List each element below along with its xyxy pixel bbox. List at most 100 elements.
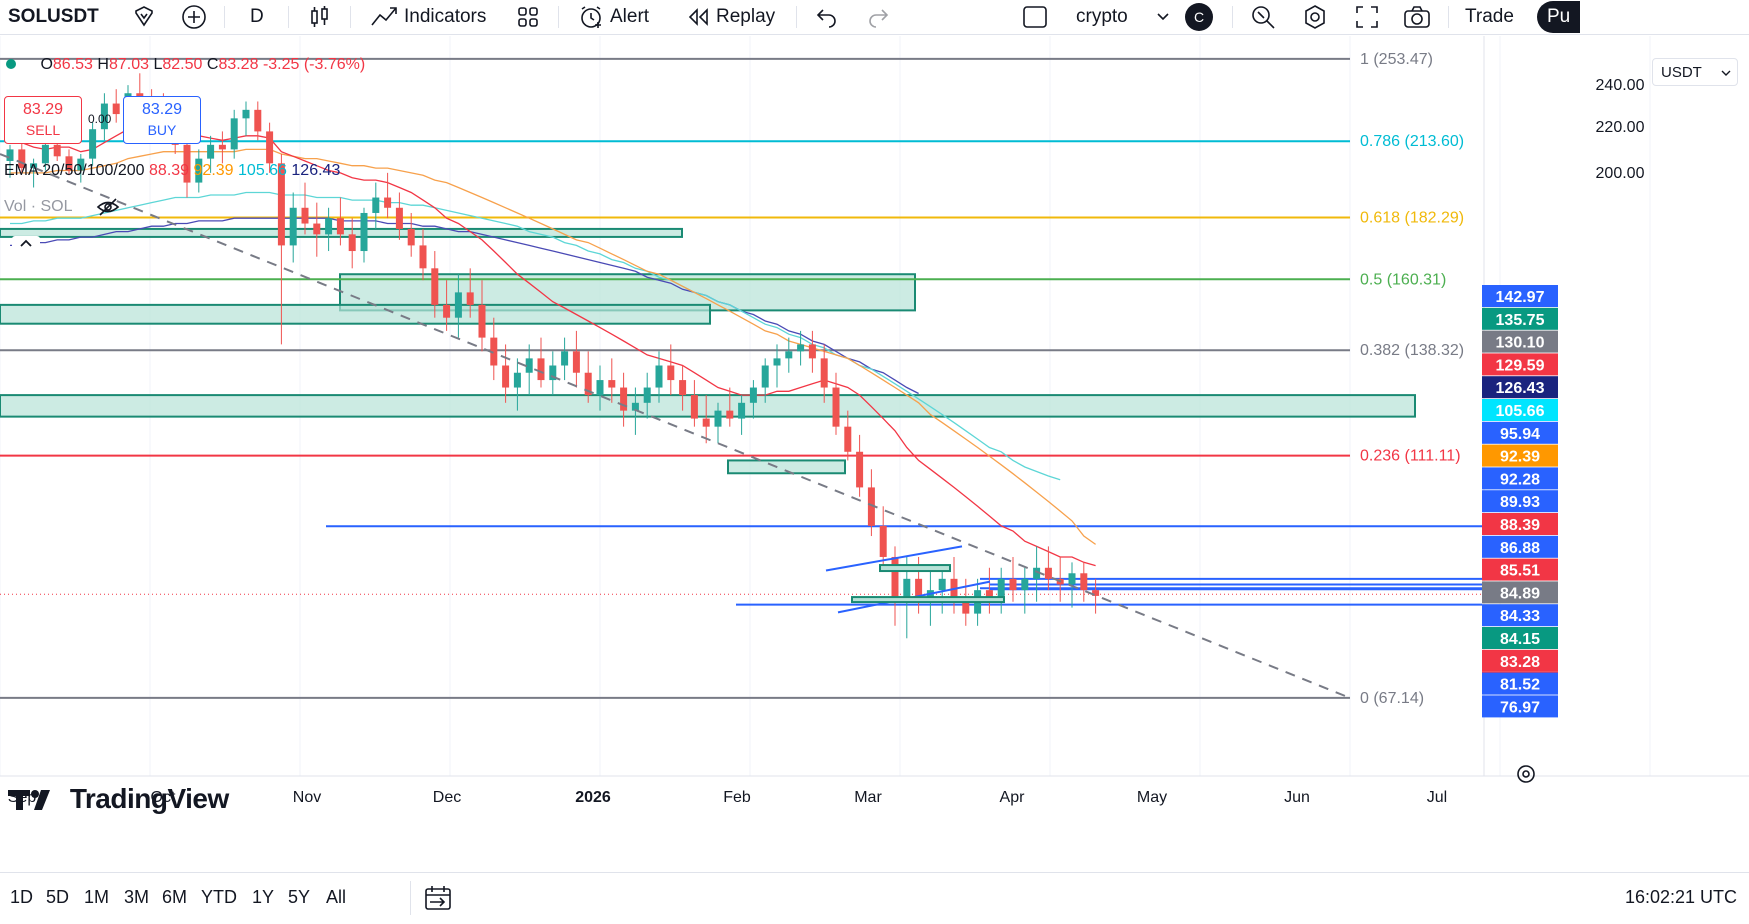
range-button-6m[interactable]: 6M: [162, 887, 187, 908]
status-dot: [6, 59, 16, 69]
add-symbol-icon[interactable]: [181, 0, 207, 34]
range-button-5y[interactable]: 5Y: [288, 887, 310, 908]
layout-name-button[interactable]: crypto: [1076, 0, 1128, 34]
collapse-legend-icon[interactable]: [12, 236, 40, 258]
divider: [1448, 6, 1449, 28]
divider: [224, 6, 225, 28]
candle-body: [879, 525, 887, 557]
candle-body: [832, 387, 840, 427]
price-label-value: 92.28: [1500, 471, 1540, 488]
symbol-label: SOLUSDT: [8, 6, 99, 27]
replay-button[interactable]: Replay: [686, 0, 775, 34]
candle-body: [1009, 578, 1017, 591]
quick-search-icon[interactable]: [1250, 0, 1276, 34]
candle-body: [289, 207, 297, 246]
zone-rectangle[interactable]: [0, 303, 711, 325]
price-axis[interactable]: 240.00 220.00 200.00 142.97 135.75 130.10 129.…: [1482, 36, 1645, 776]
avatar[interactable]: C: [1185, 0, 1213, 34]
alert-button[interactable]: Alert: [578, 0, 649, 34]
tradingview-logo[interactable]: TradingView: [8, 782, 229, 816]
buy-button[interactable]: 83.29 BUY: [123, 96, 201, 144]
fib-level-label: 0.786 (213.60): [1360, 133, 1464, 150]
divider: [796, 6, 797, 28]
zone-rectangle[interactable]: [879, 564, 951, 573]
candle-body: [1044, 567, 1052, 579]
range-button-3m[interactable]: 3M: [124, 887, 149, 908]
candles-icon[interactable]: [308, 0, 332, 34]
candle-body: [360, 212, 368, 252]
ema50-value: 92.39: [193, 162, 234, 179]
candle-body: [537, 358, 545, 381]
price-label-value: 95.94: [1500, 426, 1540, 443]
settings-gear-icon[interactable]: [1517, 765, 1535, 783]
fullscreen-icon[interactable]: [1354, 0, 1380, 34]
candle-body: [749, 387, 757, 403]
candle-body: [41, 144, 49, 164]
ema20-value: 88.39: [149, 162, 190, 179]
candle-body: [608, 380, 616, 388]
candle-body: [572, 351, 580, 373]
range-button-all[interactable]: All: [326, 887, 346, 908]
sell-button[interactable]: 83.29 SELL: [4, 96, 82, 144]
price-label-value: 84.33: [1500, 608, 1540, 625]
candle-body: [761, 365, 769, 388]
range-button-1y[interactable]: 1Y: [252, 887, 274, 908]
range-button-1m[interactable]: 1M: [84, 887, 109, 908]
chevron-down-icon[interactable]: [1156, 0, 1170, 34]
calendar-icon[interactable]: [424, 885, 452, 916]
price-label-value: 130.10: [1496, 335, 1545, 352]
candle-body: [714, 410, 722, 427]
fib-level-label: 1 (253.47): [1360, 51, 1433, 68]
gear-ring: [1517, 765, 1535, 783]
trade-button[interactable]: Trade: [1465, 0, 1514, 34]
candle-body: [230, 118, 238, 150]
currency-label: USDT: [1661, 64, 1702, 81]
time-tick-label: Nov: [293, 789, 321, 806]
eye-off-icon[interactable]: [96, 198, 120, 216]
candle-body: [808, 344, 816, 359]
publish-label: Pu: [1547, 6, 1571, 27]
time-tick-label: Dec: [433, 789, 461, 806]
candle-body: [395, 207, 403, 229]
symbol-search[interactable]: SOLUSDT: [8, 0, 99, 34]
sell-label: SELL: [25, 122, 61, 138]
undo-icon[interactable]: [815, 0, 839, 34]
redo-icon[interactable]: [866, 0, 890, 34]
layout-checkbox-icon[interactable]: [1022, 0, 1048, 34]
horizontal-lines[interactable]: [0, 525, 1482, 606]
avatar-letter: C: [1185, 3, 1213, 31]
publish-button[interactable]: Pu: [1537, 1, 1581, 33]
interval-button[interactable]: D: [250, 0, 264, 34]
compare-icon[interactable]: [132, 0, 156, 34]
candle-body: [431, 268, 439, 305]
alarm-clock-icon: [581, 6, 601, 28]
logo-text: TradingView: [69, 783, 229, 814]
settings-icon[interactable]: [1302, 0, 1328, 34]
time-axis[interactable]: SepOctNovDec2026FebMarAprMayJunJul: [0, 765, 1749, 806]
range-button-ytd[interactable]: YTD: [201, 887, 237, 908]
candle-body: [513, 372, 521, 388]
fib-level-label: 0.382 (138.32): [1360, 342, 1464, 359]
candle-body: [643, 387, 651, 403]
candle-body: [419, 245, 427, 269]
indicators-button[interactable]: Indicators: [370, 0, 486, 34]
candle-body: [372, 197, 380, 213]
candle-body: [53, 144, 61, 157]
camera-icon[interactable]: [1403, 0, 1431, 34]
candle-body: [726, 410, 734, 419]
zone-rectangle[interactable]: [851, 596, 1005, 604]
currency-select[interactable]: USDT: [1652, 58, 1738, 86]
divider: [350, 6, 351, 28]
clock-utc[interactable]: 16:02:21 UTC: [1625, 887, 1737, 908]
candle-body: [407, 228, 415, 246]
fib-level-label: 0.5 (160.31): [1360, 271, 1446, 288]
volume-legend[interactable]: Vol · SOL: [4, 198, 120, 216]
bottom-toolbar: 1D 5D 1M 3M 6M YTD 1Y 5Y All 16:02:21 UTC: [0, 872, 1749, 924]
templates-icon[interactable]: [516, 0, 540, 34]
range-button-1d[interactable]: 1D: [10, 887, 33, 908]
buy-price: 83.29: [141, 101, 183, 118]
zone-rectangle[interactable]: [0, 394, 1416, 418]
range-button-5d[interactable]: 5D: [46, 887, 69, 908]
ema-legend[interactable]: EMA 20/50/100/200 88.39 92.39 105.66 126…: [4, 162, 340, 180]
candle-body: [466, 292, 474, 305]
